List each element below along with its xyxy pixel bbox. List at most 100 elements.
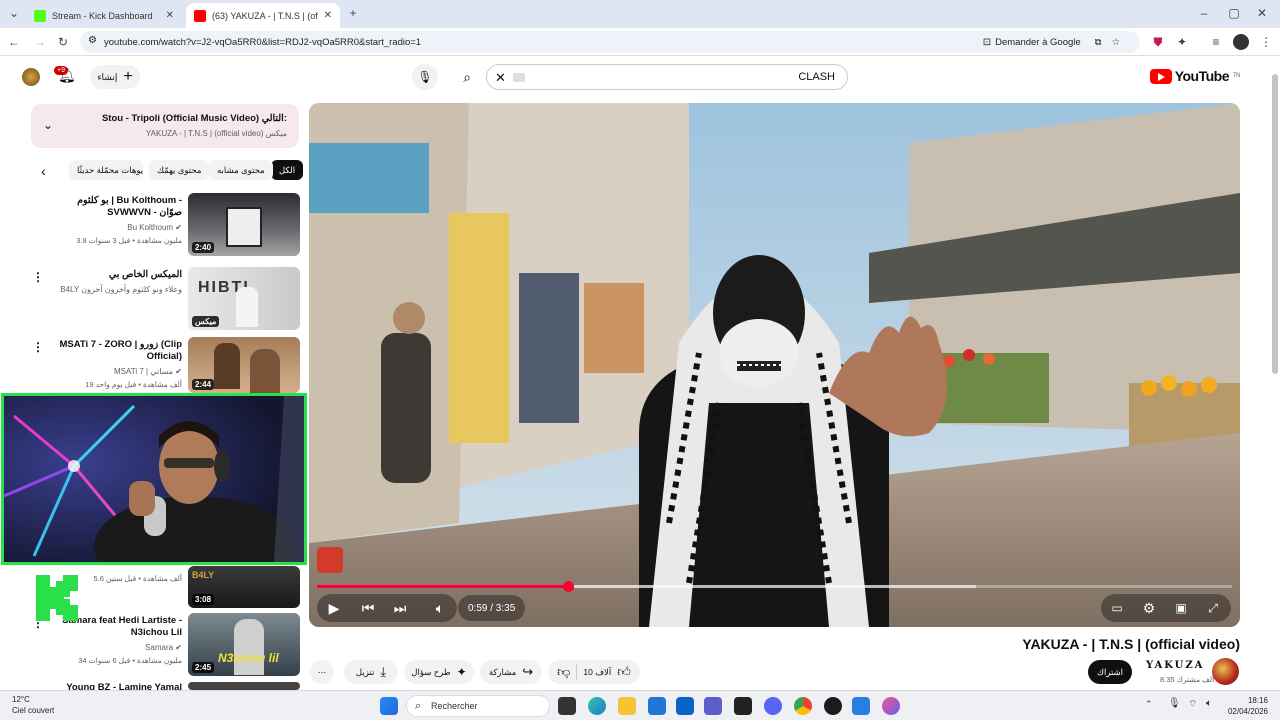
- like-icon[interactable]: 👍︎: [617, 664, 631, 680]
- tab-youtube-video[interactable]: (63) YAKUZA - | T.N.S | (official v ✕: [186, 3, 340, 28]
- voice-search-mic-icon[interactable]: 🎙︎: [412, 64, 438, 90]
- create-button[interactable]: إنشاء +: [90, 65, 140, 89]
- scrubber-handle[interactable]: [562, 581, 574, 592]
- taskbar-clock[interactable]: 18:16 02/04/2026: [1228, 695, 1268, 717]
- close-tab-icon[interactable]: ✕: [166, 10, 174, 21]
- start-windows-icon[interactable]: [380, 697, 398, 715]
- bookmark-star-icon[interactable]: ☆: [1111, 37, 1120, 48]
- video-player[interactable]: ▶ ⏮ ⏭ 🔈︎ 0:59 / 3:35 ▭ ⚙ ▣ ⤢: [309, 103, 1240, 627]
- duration-badge: 2:45: [192, 662, 215, 673]
- dislike-icon[interactable]: 👎︎: [557, 664, 570, 680]
- close-window-icon[interactable]: ✕: [1254, 5, 1270, 21]
- video-thumbnail[interactable]: 2:40: [188, 193, 300, 256]
- list-item[interactable]: ⋮ HIBTI ميكس الميكس الخاص بي B4LY وعلاء …: [30, 267, 300, 331]
- playlist-next-panel[interactable]: ⌄ Stou - Tripoli (Official Music Video) …: [31, 104, 299, 148]
- play-icon[interactable]: ▶: [321, 594, 347, 622]
- store-icon[interactable]: [648, 697, 666, 715]
- reload-icon[interactable]: ↻: [55, 34, 71, 50]
- list-item[interactable]: ⋮ N3ichou lil 2:45 Samara feat Hedi Lart…: [30, 613, 300, 677]
- like-count: 10 آلاف: [583, 666, 612, 677]
- edge-browser-icon[interactable]: [588, 697, 606, 715]
- share-button[interactable]: مشاركة ↪: [480, 660, 542, 684]
- previous-icon[interactable]: ⏮: [355, 594, 381, 622]
- chrome-icon[interactable]: [794, 697, 812, 715]
- fullscreen-icon[interactable]: ⤢: [1201, 594, 1225, 622]
- profile-avatar-icon[interactable]: [1233, 34, 1249, 50]
- page-scrollbar[interactable]: [1272, 62, 1278, 690]
- discord-icon[interactable]: [764, 697, 782, 715]
- video-thumbnail[interactable]: B4LY 3:08: [188, 566, 300, 608]
- task-view-icon[interactable]: [558, 697, 576, 715]
- scrollbar-thumb[interactable]: [1272, 74, 1278, 374]
- tab-kick-dashboard[interactable]: Stream - Kick Dashboard ✕: [26, 3, 182, 28]
- url-input[interactable]: ⚙ youtube.com/watch?v=J2-vqOa5RR0&list=R…: [80, 31, 1140, 53]
- tab-search-icon[interactable]: ⌄: [6, 5, 22, 21]
- outlook-icon[interactable]: [676, 697, 694, 715]
- obs-studio-icon[interactable]: [824, 697, 842, 715]
- microphone-tray-icon[interactable]: 🎙︎: [1168, 698, 1181, 709]
- search-icon[interactable]: ⌕: [452, 64, 482, 90]
- kick-logo-icon: [36, 575, 78, 621]
- keyboard-icon[interactable]: [513, 73, 525, 82]
- extension-shield-icon[interactable]: ⛊: [1150, 34, 1166, 50]
- chip-for-you[interactable]: محتوى يهمّك: [149, 160, 210, 180]
- network-icon[interactable]: ⌔: [1188, 698, 1197, 711]
- video-thumbnail[interactable]: [188, 682, 300, 690]
- chevron-left-icon[interactable]: ‹: [41, 163, 46, 179]
- install-app-icon[interactable]: ⧉: [1095, 37, 1102, 48]
- site-info-icon[interactable]: ⚙: [88, 35, 97, 46]
- chevron-down-icon[interactable]: ⌄: [43, 118, 53, 132]
- verified-icon: ✔︎: [175, 643, 182, 652]
- channel-avatar[interactable]: [1212, 658, 1239, 685]
- thumbnail-figure: [214, 343, 240, 389]
- sparkle-icon: ✦: [456, 665, 467, 679]
- security-shield-icon[interactable]: [852, 697, 870, 715]
- chip-related[interactable]: محتوى مشابه: [209, 160, 273, 180]
- chip-all[interactable]: الكل: [271, 160, 304, 180]
- clear-search-icon[interactable]: ✕: [495, 70, 506, 86]
- download-button[interactable]: تنزيل ⤓: [344, 660, 398, 684]
- progress-bar[interactable]: [317, 581, 1232, 592]
- settings-gear-icon[interactable]: ⚙: [1137, 594, 1161, 622]
- new-tab-icon[interactable]: +: [345, 5, 361, 21]
- channel-name[interactable]: YAKUZA: [1146, 660, 1204, 671]
- next-video-title: Stou - Tripoli (Official Music Video): [101, 113, 260, 124]
- ask-google-button[interactable]: ⊡ Demander à Google ⧉ ☆: [983, 34, 1120, 50]
- video-thumbnail[interactable]: 2:44: [188, 337, 300, 393]
- chip-recently-uploaded[interactable]: فيديوهات محمّلة حديثًا: [69, 160, 143, 180]
- video-thumbnail[interactable]: N3ichou lil 2:45: [188, 613, 300, 676]
- media-controls-icon[interactable]: ≡: [1208, 34, 1224, 50]
- extensions-puzzle-icon[interactable]: ✦: [1174, 34, 1190, 50]
- speaker-icon[interactable]: 🔈︎: [1206, 698, 1212, 709]
- weather-widget[interactable]: 12°C Ciel couvert: [12, 694, 54, 716]
- subscribe-button[interactable]: اشتراك: [1088, 660, 1132, 684]
- chrome-menu-icon[interactable]: ⋮: [1258, 34, 1274, 50]
- video-meta: 5.6 ألف مشاهدة • قبل ستين: [93, 574, 182, 583]
- more-actions-icon[interactable]: ⋯: [310, 660, 334, 684]
- restore-icon[interactable]: ▢: [1226, 5, 1242, 21]
- account-avatar[interactable]: [22, 68, 40, 86]
- forward-icon[interactable]: →: [32, 34, 48, 50]
- subtitles-icon[interactable]: ▭: [1105, 594, 1129, 622]
- theater-mode-icon[interactable]: ▣: [1169, 594, 1193, 622]
- minimize-icon[interactable]: –: [1196, 5, 1212, 21]
- list-item[interactable]: Young BZ - Lamine Yamal: [30, 682, 300, 690]
- file-explorer-icon[interactable]: [618, 697, 636, 715]
- url-text: youtube.com/watch?v=J2-vqOa5RR0&list=RDJ…: [104, 36, 422, 48]
- search-input[interactable]: ✕ CLASH: [486, 64, 848, 90]
- teams-icon[interactable]: [704, 697, 722, 715]
- ask-button[interactable]: طرح سؤال ✦: [404, 660, 474, 684]
- list-item[interactable]: 2:40 بو كلثوم | Bu Kolthoum - SVWWVN - ص…: [30, 193, 300, 257]
- volume-icon[interactable]: 🔈︎: [427, 594, 453, 622]
- youtube-logo[interactable]: YouTube TN: [1149, 68, 1241, 84]
- close-tab-icon[interactable]: ✕: [324, 10, 332, 21]
- next-icon[interactable]: ⏭: [387, 594, 413, 622]
- list-item[interactable]: ⋮ 2:44 MSATi 7 - ZORO | زورو (Clip Offic…: [30, 337, 300, 393]
- terminal-icon[interactable]: [734, 697, 752, 715]
- video-thumbnail[interactable]: HIBTI ميكس: [188, 267, 300, 330]
- taskbar-search-input[interactable]: ⌕ Rechercher: [406, 695, 550, 717]
- app-icon[interactable]: [882, 697, 900, 715]
- tray-chevron-icon[interactable]: ⌃: [1145, 699, 1153, 710]
- back-icon[interactable]: ←: [6, 34, 22, 50]
- lens-icon: ⊡: [982, 36, 992, 48]
